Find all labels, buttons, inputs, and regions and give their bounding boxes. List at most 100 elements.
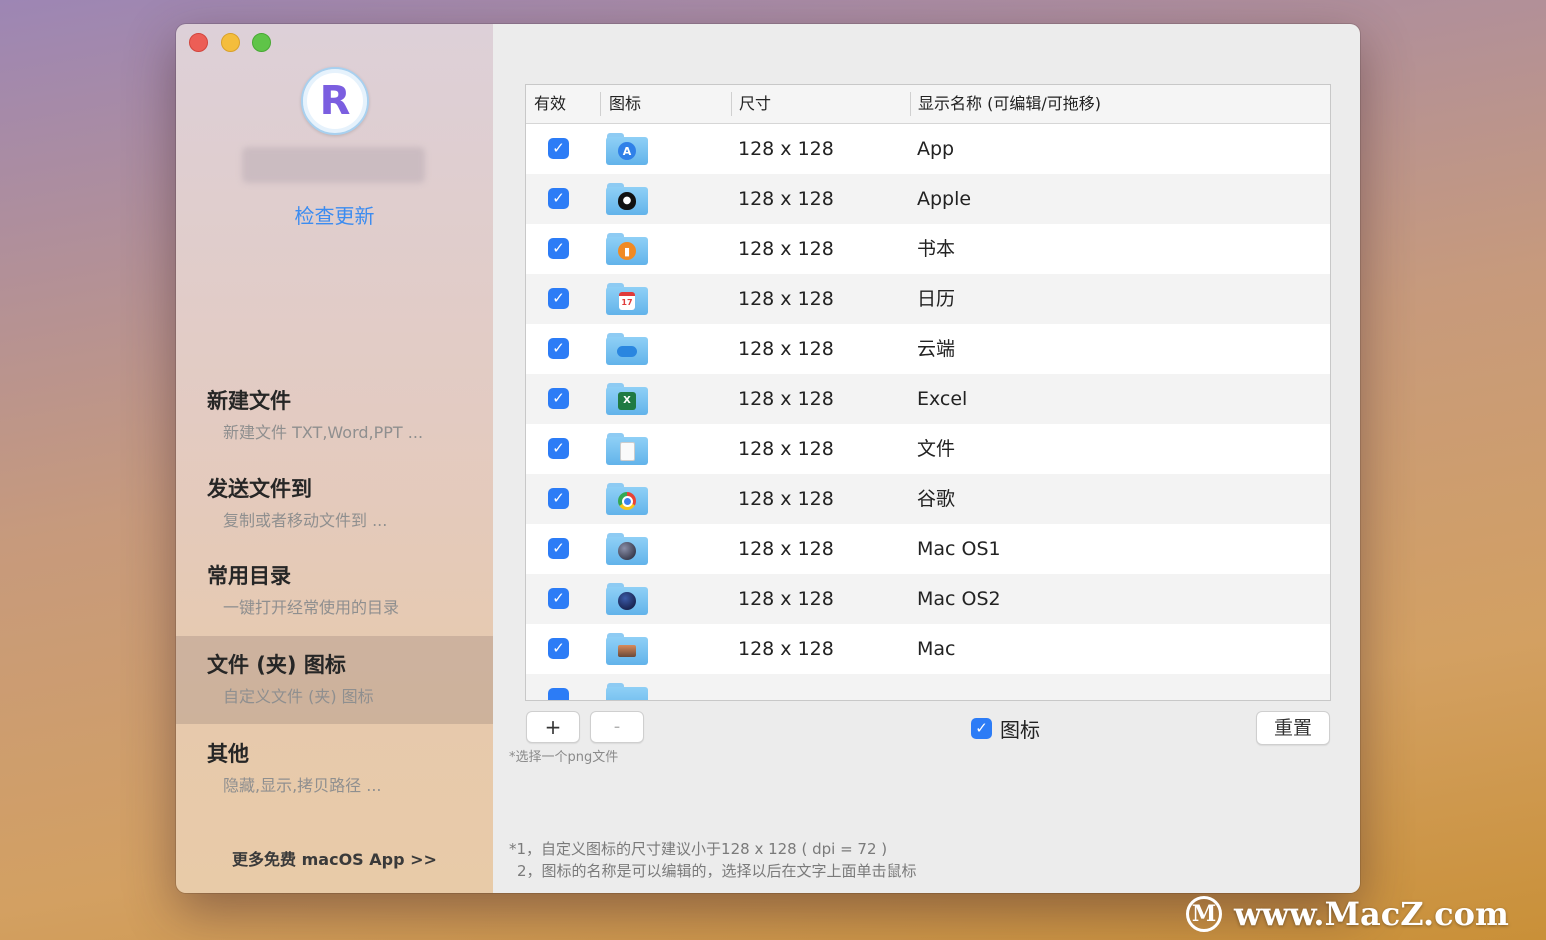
table-row[interactable]: ✓ 128 x 128 Mac OS2: [526, 574, 1330, 624]
app-name-redacted: [242, 147, 425, 183]
table-row[interactable]: ✓ 128 x 128 Mac: [526, 624, 1330, 674]
table-row[interactable]: ✓ 128 x 128 云端: [526, 324, 1330, 374]
size-cell: 128 x 128: [738, 588, 834, 610]
table-row[interactable]: ✓ 128 x 128 谷歌: [526, 474, 1330, 524]
table-header: 有效 图标 尺寸 显示名称 (可编辑/可拖移): [526, 85, 1330, 124]
sidebar-item-subtitle: 隐藏,显示,拷贝路径 ...: [223, 776, 382, 795]
enabled-checkbox[interactable]: ✓: [548, 638, 569, 659]
check-update-link[interactable]: 检查更新: [176, 200, 493, 229]
add-icon-button[interactable]: +: [526, 711, 580, 743]
sidebar-item-title: 文件 (夹) 图标: [207, 653, 346, 677]
size-cell: 128 x 128: [738, 388, 834, 410]
sidebar-item-folder-icons[interactable]: 文件 (夹) 图标 自定义文件 (夹) 图标: [176, 636, 493, 724]
sidebar-item-title: 常用目录: [207, 564, 291, 588]
header-divider: [910, 92, 911, 116]
header-divider: [600, 92, 601, 116]
enabled-checkbox[interactable]: ✓: [548, 188, 569, 209]
enabled-checkbox[interactable]: ✓: [548, 488, 569, 509]
enabled-checkbox[interactable]: ✓: [548, 388, 569, 409]
sidebar-item-new-file[interactable]: 新建文件 新建文件 TXT,Word,PPT ...: [176, 376, 493, 456]
name-cell[interactable]: Excel: [917, 374, 967, 424]
icon-table[interactable]: 有效 图标 尺寸 显示名称 (可编辑/可拖移) ✓ A 128 x 128 Ap…: [525, 84, 1331, 701]
name-cell[interactable]: 日历: [917, 274, 955, 324]
name-cell[interactable]: Apple: [917, 174, 971, 224]
close-window-button[interactable]: [189, 33, 208, 52]
sidebar-item-subtitle: 新建文件 TXT,Word,PPT ...: [223, 423, 424, 442]
icon-toggle-checkbox[interactable]: ✓: [971, 717, 992, 739]
name-cell[interactable]: Mac: [917, 624, 955, 674]
document-folder-icon: [606, 433, 648, 465]
size-cell: 128 x 128: [738, 488, 834, 510]
sidebar-item-send-to[interactable]: 发送文件到 复制或者移动文件到 ...: [176, 464, 493, 544]
zoom-window-button[interactable]: [252, 33, 271, 52]
table-row[interactable]: ✓ 17 128 x 128 日历: [526, 274, 1330, 324]
calendar-folder-icon: 17: [606, 283, 648, 315]
enabled-checkbox[interactable]: ✓: [548, 588, 569, 609]
sidebar-item-subtitle: 一键打开经常使用的目录: [223, 598, 400, 617]
app-logo-letter: R: [319, 78, 351, 124]
watermark-text: www.MacZ.com: [1234, 895, 1509, 933]
cloud-folder-icon: [606, 333, 648, 365]
macos1-folder-icon: [606, 533, 648, 565]
header-enabled[interactable]: 有效: [534, 85, 566, 123]
table-row[interactable]: ✓ X 128 x 128 Excel: [526, 374, 1330, 424]
size-cell: 128 x 128: [738, 538, 834, 560]
enabled-checkbox[interactable]: ✓: [548, 138, 569, 159]
size-cell: 128 x 128: [738, 188, 834, 210]
table-row[interactable]: ✓ 128 x 128 文件: [526, 424, 1330, 474]
app-store-folder-icon: A: [606, 133, 648, 165]
size-cell: 128 x 128: [738, 238, 834, 260]
table-row[interactable]: ✓ ▮ 128 x 128 书本: [526, 224, 1330, 274]
table-row-partial[interactable]: [526, 674, 1330, 700]
books-folder-icon: ▮: [606, 233, 648, 265]
app-window: R 检查更新 新建文件 新建文件 TXT,Word,PPT ... 发送文件到 …: [176, 24, 1360, 893]
size-cell: 128 x 128: [738, 338, 834, 360]
sidebar-item-title: 其他: [207, 742, 249, 766]
apple-folder-icon: ●: [606, 183, 648, 215]
minimize-window-button[interactable]: [221, 33, 240, 52]
enabled-checkbox[interactable]: ✓: [548, 238, 569, 259]
header-name[interactable]: 显示名称 (可编辑/可拖移): [918, 85, 1101, 123]
enabled-checkbox[interactable]: ✓: [548, 538, 569, 559]
enabled-checkbox[interactable]: ✓: [548, 288, 569, 309]
enabled-checkbox[interactable]: [548, 688, 569, 700]
size-cell: 128 x 128: [738, 288, 834, 310]
name-cell[interactable]: 书本: [917, 224, 955, 274]
remove-icon-button[interactable]: -: [590, 711, 644, 743]
name-cell[interactable]: 谷歌: [917, 474, 955, 524]
sidebar-item-subtitle: 自定义文件 (夹) 图标: [223, 687, 374, 706]
icon-toggle[interactable]: ✓ 图标: [971, 716, 1040, 742]
sidebar-item-other[interactable]: 其他 隐藏,显示,拷贝路径 ...: [176, 729, 493, 809]
header-size[interactable]: 尺寸: [739, 85, 771, 123]
size-cell: 128 x 128: [738, 638, 834, 660]
select-png-hint: *选择一个png文件: [509, 750, 619, 765]
excel-folder-icon: X: [606, 383, 648, 415]
name-cell[interactable]: Mac OS2: [917, 574, 1001, 624]
reset-button[interactable]: 重置: [1256, 711, 1330, 745]
main-content: 有效 图标 尺寸 显示名称 (可编辑/可拖移) ✓ A 128 x 128 Ap…: [493, 24, 1360, 893]
note-line-1: *1，自定义图标的尺寸建议小于128 x 128 ( dpi = 72 ): [509, 840, 888, 858]
name-cell[interactable]: 文件: [917, 424, 955, 474]
sidebar-item-subtitle: 复制或者移动文件到 ...: [223, 511, 388, 530]
enabled-checkbox[interactable]: ✓: [548, 438, 569, 459]
table-row[interactable]: ✓ ● 128 x 128 Apple: [526, 174, 1330, 224]
mac-folder-icon: [606, 633, 648, 665]
name-cell[interactable]: Mac OS1: [917, 524, 1001, 574]
header-divider: [731, 92, 732, 116]
sidebar-item-common-dirs[interactable]: 常用目录 一键打开经常使用的目录: [176, 551, 493, 631]
note-line-2: 2，图标的名称是可以编辑的，选择以后在文字上面单击鼠标: [517, 862, 917, 880]
sidebar-item-title: 发送文件到: [207, 477, 312, 501]
header-icon[interactable]: 图标: [609, 85, 641, 123]
macos2-folder-icon: [606, 583, 648, 615]
more-apps-link[interactable]: 更多免费 macOS App >>: [176, 846, 493, 870]
size-cell: 128 x 128: [738, 438, 834, 460]
name-cell[interactable]: App: [917, 124, 954, 174]
name-cell[interactable]: 云端: [917, 324, 955, 374]
table-row[interactable]: ✓ 128 x 128 Mac OS1: [526, 524, 1330, 574]
folder-icon: [606, 683, 648, 700]
enabled-checkbox[interactable]: ✓: [548, 338, 569, 359]
size-cell: 128 x 128: [738, 138, 834, 160]
table-row[interactable]: ✓ A 128 x 128 App: [526, 124, 1330, 174]
chrome-folder-icon: [606, 483, 648, 515]
sidebar-item-title: 新建文件: [207, 389, 291, 413]
